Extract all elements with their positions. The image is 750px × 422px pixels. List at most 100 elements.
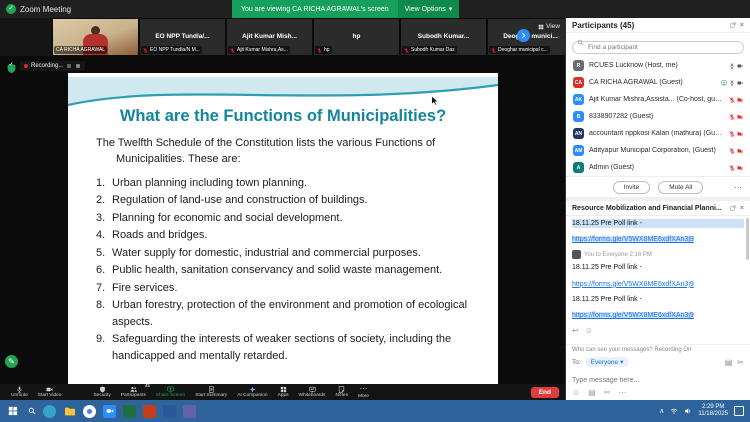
camera-off-icon [737,165,743,171]
side-panel: Participants (45) × R RCUES Lucknow (Hos… [565,18,750,400]
poll-link[interactable]: https://forms.gle/V5WX8ME6xdfXAn3j9 [572,236,694,243]
teams-icon[interactable] [183,405,196,418]
chat-message-list[interactable]: 18.11.25 Pre Poll link - https://forms.g… [566,216,750,344]
participant-row[interactable]: A Admin (Guest) [566,159,750,176]
start-video-button[interactable]: Start Video [33,384,67,400]
app-title: Zoom Meeting [20,5,71,14]
more-options-icon[interactable]: ⋯ [734,183,742,192]
camera-off-icon [737,97,743,103]
mic-icon [729,63,735,69]
ai-companion-button[interactable]: AI Companion [232,384,272,400]
screenshot-icon[interactable]: ✂ [737,358,744,367]
participant-row[interactable]: R RCUES Lucknow (Host, me) [566,57,750,74]
end-meeting-button[interactable]: End [531,387,559,398]
participant-name: Admin (Guest) [589,164,724,171]
participant-name: 8338907282 (Guest) [589,113,724,120]
poll-link[interactable]: https://forms.gle/V5WX8ME6xdfXAn3j9 [572,312,694,319]
popout-icon[interactable] [730,22,736,28]
participant-row[interactable]: AK Ajit Kumar Mishra,Assista... (Co-host… [566,91,750,108]
video-tile[interactable]: Ajit Kumar Mish... Ajit Kumar Mishra,As.… [226,18,313,56]
mic-icon [729,80,735,86]
camera-icon [46,386,53,393]
start-button[interactable] [0,406,26,416]
close-icon[interactable]: × [740,22,744,29]
emoji-reaction-icon[interactable]: ☺ [585,326,593,335]
screenshot-icon[interactable]: ✂ [604,388,611,397]
action-center-icon[interactable] [734,406,744,416]
participants-count-badge: 45 [145,384,150,389]
ai-companion-icon [249,386,256,393]
recording-dot-icon [24,64,28,68]
apps-button[interactable]: Apps [273,384,294,400]
powerpoint-icon[interactable] [143,405,156,418]
participant-list: R RCUES Lucknow (Host, me) CA CA RICHA A… [566,57,750,176]
camera-off-icon [737,131,743,137]
participant-search [566,33,750,57]
speaker-icon[interactable] [684,407,692,415]
recipient-selector[interactable]: Everyone ▾ [585,357,630,367]
more-icon[interactable]: ⋯ [618,388,626,397]
poll-link[interactable]: https://forms.gle/V5WX8ME6xdfXAn3j9 [572,281,694,288]
invite-button[interactable]: Invite [613,181,651,194]
edge-icon[interactable] [43,405,56,418]
participant-row[interactable]: CA CA RICHA AGRAWAL (Guest) [566,74,750,91]
unmute-button[interactable]: Unmute [6,384,33,400]
video-tile-active-speaker[interactable]: CA RICHA AGRAWAL [52,18,139,56]
avatar: CA [573,77,584,88]
search-input[interactable] [572,41,744,54]
notes-button[interactable]: Notes [330,384,353,400]
whiteboards-button[interactable]: Whiteboards [294,384,331,400]
video-thumbnail-strip: CA RICHA AGRAWAL EO NPP Tundla/... EO NP… [0,18,565,56]
attach-file-icon[interactable]: ▤ [725,358,733,367]
zoom-app-icon[interactable] [103,405,116,418]
security-button[interactable]: Security [88,384,115,400]
video-tile[interactable]: Subodh Kumar... Subodh Kumar Das [400,18,487,56]
chat-message-input[interactable] [572,375,744,386]
slide-title: What are the Functions of Municipalities… [68,107,498,126]
file-icon[interactable]: ▤ [588,388,596,397]
excel-icon[interactable] [123,405,136,418]
participant-tile-name: Ajit Kumar Mishra,As... [237,47,288,53]
share-screen-button[interactable]: Share Screen [151,384,190,400]
participants-panel-title: Participants (45) [572,21,634,30]
microphone-icon [16,386,23,393]
annotation-pencil-button[interactable]: ✎ [5,355,18,368]
word-icon[interactable] [163,405,176,418]
pause-recording-button[interactable] [66,63,72,69]
next-participants-arrow-button[interactable] [517,29,530,42]
participant-row[interactable]: AN accountant nppkosi Kalan (mathura) (G… [566,125,750,142]
tray-expand-icon[interactable]: ∧ [659,407,664,415]
participant-tile-name: EO NPP Tundla/N M... [150,47,200,53]
taskbar-clock[interactable]: 2:29 PM 11/18/2025 [698,404,728,418]
participant-row[interactable]: B 8338907282 (Guest) [566,108,750,125]
avatar: A [573,162,584,173]
slide-function-list: Urban planning including town planning. … [96,175,474,365]
view-layout-button[interactable]: View [534,21,564,32]
taskbar-search-icon[interactable] [28,407,36,415]
participants-button[interactable]: Participants 45 [116,384,151,400]
emoji-icon[interactable]: ☺ [572,388,580,397]
reply-icon[interactable]: ↩ [572,326,579,335]
recording-indicator: ✓ Recording... [6,60,85,71]
chrome-icon[interactable] [83,405,96,418]
whiteboard-icon [309,386,316,393]
zoom-meeting-window: ✓ Zoom Meeting You are viewing CA RICHA … [0,0,750,422]
popout-icon[interactable] [730,205,736,211]
chat-scrollbar[interactable] [746,218,749,260]
close-icon[interactable]: × [740,205,744,212]
start-summary-button[interactable]: Start Summary [190,384,232,400]
more-button[interactable]: ⋯ More [353,384,374,400]
mute-all-button[interactable]: Mute All [658,181,703,194]
participant-row[interactable]: AM Adityapur Municipal Corporation, (Gue… [566,142,750,159]
avatar: AM [573,145,584,156]
shared-screen-area: What are the Functions of Municipalities… [0,56,565,384]
participant-tile-name: Deoghar municipal c... [498,47,548,53]
wifi-icon[interactable] [670,407,678,415]
participant-name: CA RICHA AGRAWAL (Guest) [589,79,716,86]
view-options-dropdown[interactable]: View Options ▾ [398,0,460,18]
folder-icon[interactable] [63,405,76,418]
video-tile[interactable]: hp hp [313,18,400,56]
video-tile[interactable]: EO NPP Tundla/... EO NPP Tundla/N M... [139,18,226,56]
search-icon [577,39,584,46]
stop-recording-button[interactable] [75,63,81,69]
